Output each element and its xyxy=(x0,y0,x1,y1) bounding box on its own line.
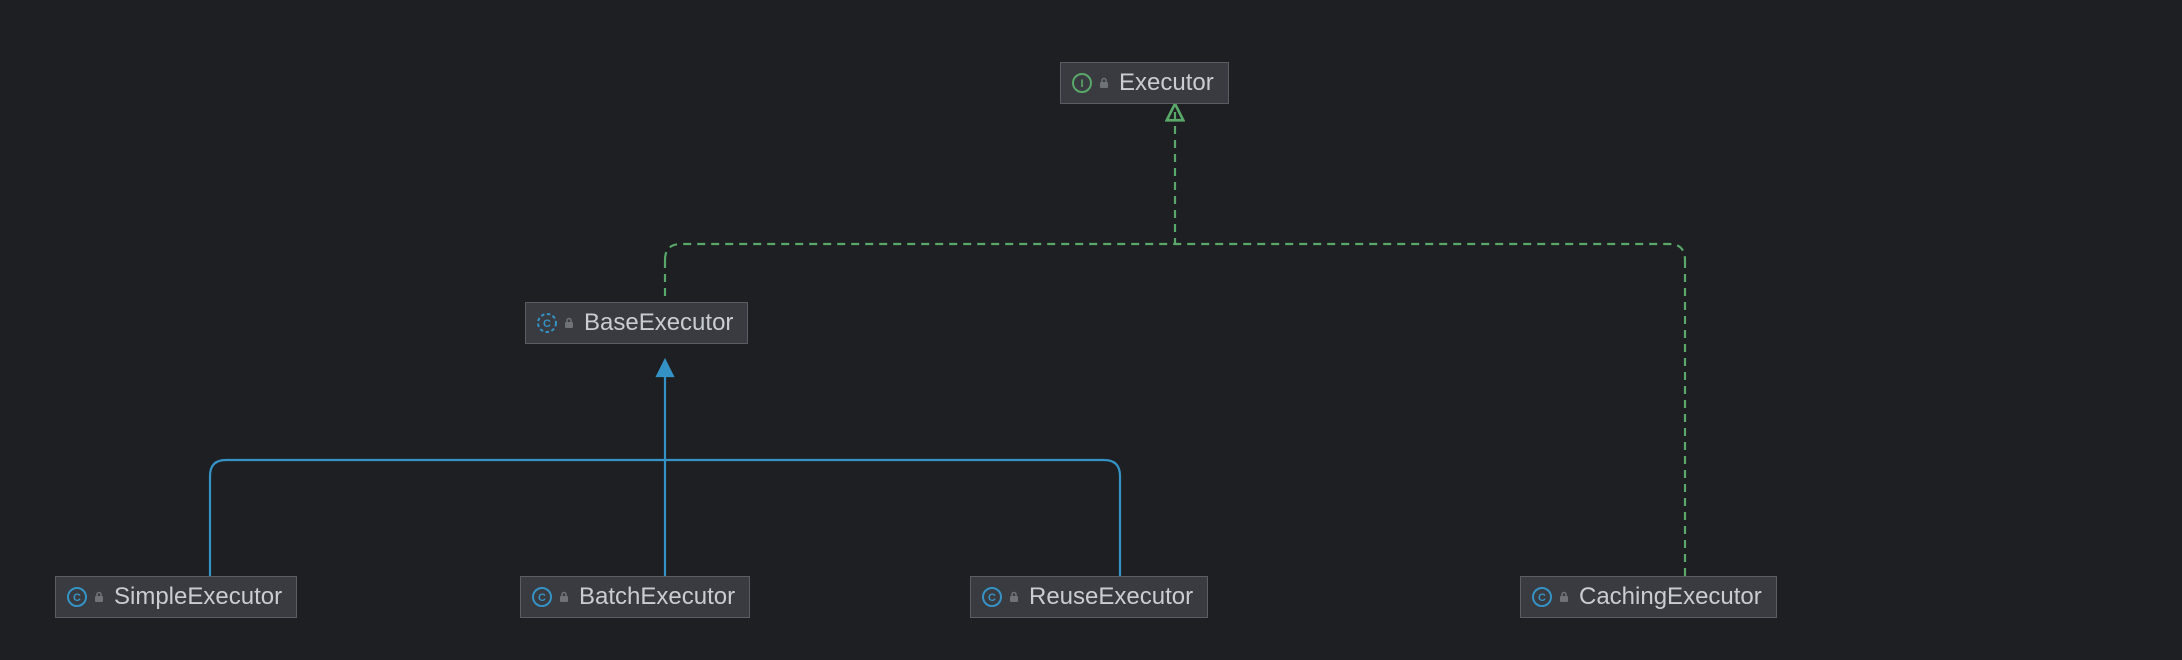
svg-text:C: C xyxy=(1538,592,1546,604)
edge-implements-split xyxy=(665,244,1685,260)
node-batch-executor[interactable]: C BatchExecutor xyxy=(520,576,750,618)
lock-icon xyxy=(1097,76,1111,90)
lock-icon xyxy=(1007,590,1021,604)
lock-icon xyxy=(1557,590,1571,604)
node-base-executor[interactable]: C BaseExecutor xyxy=(525,302,748,344)
node-label: CachingExecutor xyxy=(1579,583,1762,611)
node-label: BaseExecutor xyxy=(584,309,733,337)
node-simple-executor[interactable]: C SimpleExecutor xyxy=(55,576,297,618)
interface-icon: I xyxy=(1071,72,1093,94)
class-icon: C xyxy=(1531,586,1553,608)
edge-extends-split xyxy=(210,460,1120,476)
node-reuse-executor[interactable]: C ReuseExecutor xyxy=(970,576,1208,618)
lock-icon xyxy=(92,590,106,604)
svg-text:I: I xyxy=(1080,78,1083,90)
class-icon: C xyxy=(981,586,1003,608)
node-label: BatchExecutor xyxy=(579,583,735,611)
svg-text:C: C xyxy=(988,592,996,604)
lock-icon xyxy=(557,590,571,604)
class-icon: C xyxy=(531,586,553,608)
node-label: Executor xyxy=(1119,69,1214,97)
node-executor[interactable]: I Executor xyxy=(1060,62,1229,104)
lock-icon xyxy=(562,316,576,330)
svg-text:C: C xyxy=(538,592,546,604)
svg-text:C: C xyxy=(73,592,81,604)
class-icon: C xyxy=(66,586,88,608)
node-label: ReuseExecutor xyxy=(1029,583,1193,611)
svg-text:C: C xyxy=(543,318,551,330)
node-label: SimpleExecutor xyxy=(114,583,282,611)
node-caching-executor[interactable]: C CachingExecutor xyxy=(1520,576,1777,618)
class-icon: C xyxy=(536,312,558,334)
